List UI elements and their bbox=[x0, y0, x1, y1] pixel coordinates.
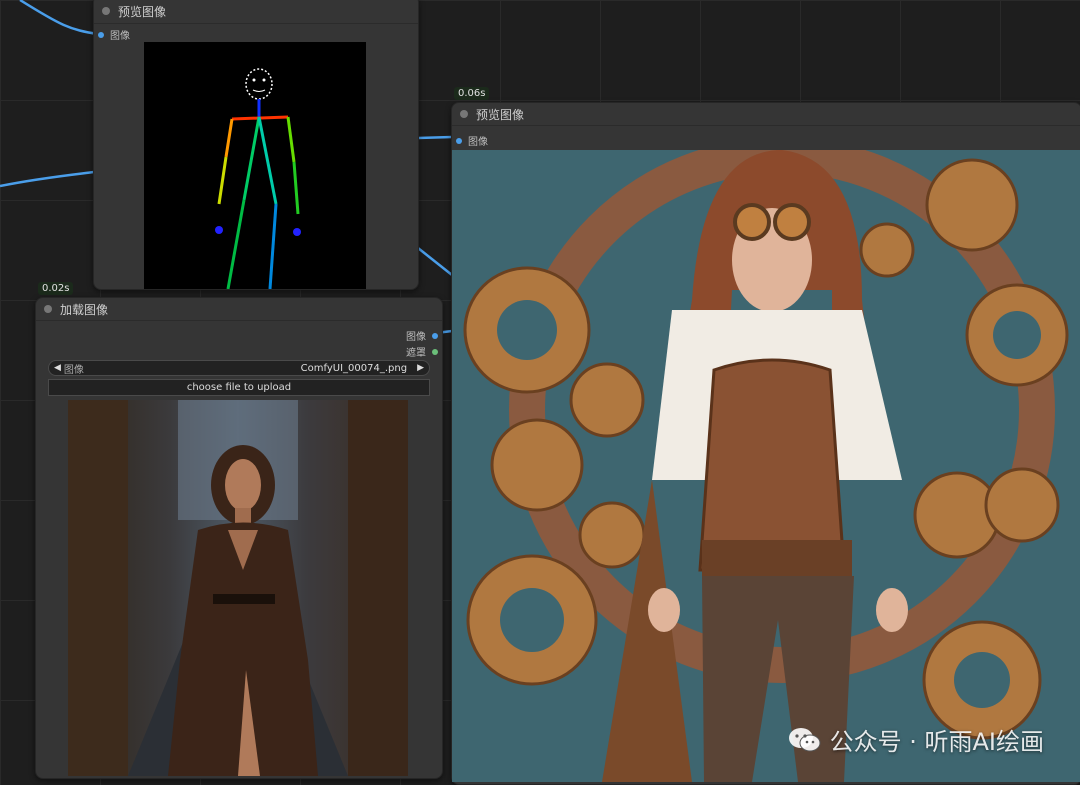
node-header[interactable]: 预览图像 bbox=[452, 103, 1080, 126]
slot-label: 图像 bbox=[406, 332, 426, 343]
collapse-dot-icon[interactable] bbox=[44, 305, 52, 313]
node-header[interactable]: 预览图像 bbox=[94, 0, 418, 24]
pose-preview-image bbox=[144, 42, 366, 290]
arrow-right-icon[interactable]: ▶ bbox=[417, 363, 424, 373]
node-title: 预览图像 bbox=[476, 107, 525, 122]
loaded-image-preview bbox=[68, 400, 408, 776]
watermark-text: 公众号 · 听雨AI绘画 bbox=[829, 728, 1044, 756]
link-top-left bbox=[19, 0, 99, 36]
image-input-slot[interactable]: 图像 bbox=[456, 133, 488, 148]
woman-in-alley-photo bbox=[68, 400, 408, 776]
arrow-left-icon[interactable]: ◀ bbox=[54, 363, 61, 373]
slot-label: 图像 bbox=[110, 31, 130, 42]
generated-image-preview bbox=[452, 150, 1080, 782]
watermark: 公众号 · 听雨AI绘画 bbox=[788, 722, 1044, 757]
image-combo-widget[interactable]: ◀ 图像 ComfyUI_00074_.png ▶ bbox=[48, 360, 430, 376]
slot-label: 图像 bbox=[468, 137, 488, 148]
preview-image-node-top[interactable]: 预览图像 图像 bbox=[93, 0, 419, 290]
upload-button[interactable]: choose file to upload bbox=[48, 379, 430, 396]
node-title: 预览图像 bbox=[118, 4, 167, 19]
widget-label: 图像 bbox=[63, 364, 84, 376]
collapse-dot-icon[interactable] bbox=[460, 110, 468, 118]
image-input-slot[interactable]: 图像 bbox=[98, 27, 130, 42]
input-dot-icon[interactable] bbox=[456, 137, 462, 144]
input-dot-icon[interactable] bbox=[98, 31, 104, 38]
node-title: 加载图像 bbox=[60, 302, 109, 317]
node-header[interactable]: 加载图像 bbox=[36, 298, 442, 321]
mask-output-slot[interactable]: 遮罩 bbox=[406, 344, 438, 359]
collapse-dot-icon[interactable] bbox=[102, 7, 110, 15]
image-output-slot[interactable]: 图像 bbox=[406, 328, 438, 343]
link-diagonal bbox=[417, 247, 453, 276]
steampunk-girl-image bbox=[463, 150, 1069, 782]
preview-node-timing: 0.06s bbox=[454, 87, 490, 100]
output-dot-icon[interactable] bbox=[432, 332, 438, 339]
link-to-preview-right bbox=[417, 135, 453, 140]
pose-skeleton-graphic bbox=[215, 68, 301, 290]
link-left-mid bbox=[0, 170, 95, 188]
wechat-icon bbox=[788, 727, 821, 751]
output-dot-icon[interactable] bbox=[432, 348, 438, 355]
load-node-timing: 0.02s bbox=[38, 282, 74, 295]
slot-label: 遮罩 bbox=[406, 348, 426, 359]
load-image-node[interactable]: 加载图像 图像 遮罩 ◀ 图像 ComfyUI_00074_.png ▶ cho… bbox=[35, 297, 443, 779]
widget-value: ComfyUI_00074_.png bbox=[300, 362, 408, 374]
preview-image-node-right[interactable]: 预览图像 图像 bbox=[451, 102, 1080, 785]
